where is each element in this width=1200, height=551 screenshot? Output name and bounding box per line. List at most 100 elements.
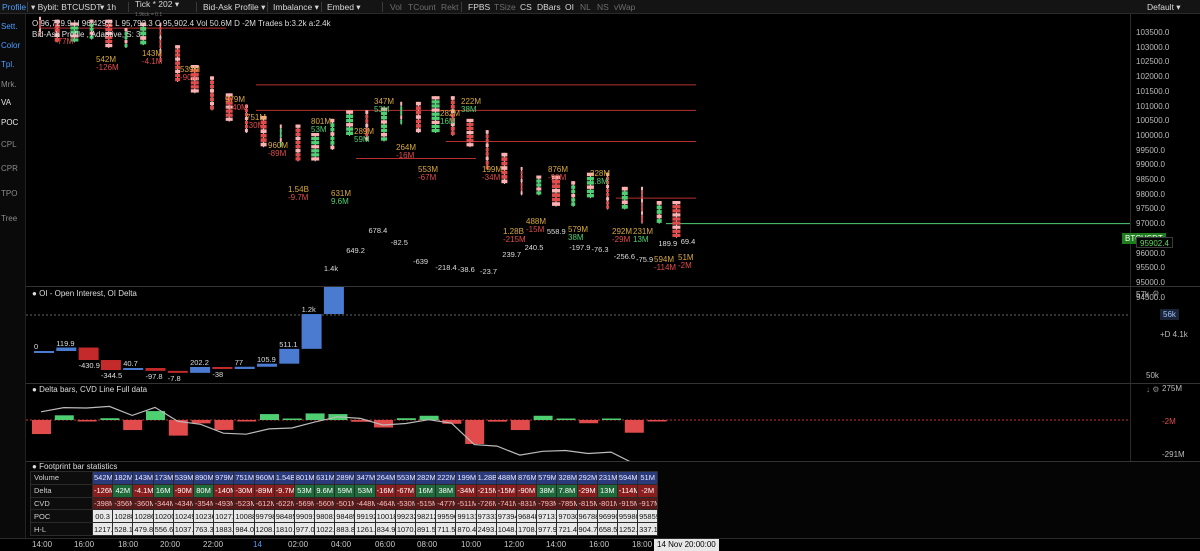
oi-value-label: 1.2k [301,305,316,315]
stats-cell: 292M [576,471,598,485]
footprint-cell [501,157,508,161]
footprint-cell [210,106,214,110]
delta-bar [624,420,644,433]
stats-cell: -67M [394,483,417,498]
footprint-cell [431,104,440,108]
footprint-cell [656,219,662,223]
stats-cell: -90M [515,483,538,498]
stats-cell: -815M [576,496,598,511]
delta-y-label: -2M [1162,417,1176,426]
candle [210,76,214,111]
footprint-cell [295,136,301,141]
delta-chart[interactable] [26,384,1130,462]
footprint-cell [311,141,320,145]
oi-chart[interactable] [26,287,1130,383]
stats-cell: 264M [374,471,396,485]
imbalance-selector[interactable]: Imbalance ▾ [273,0,319,14]
bar-delta: -34M [482,173,501,182]
embed-selector[interactable]: Embed ▾ [327,0,361,14]
exchange-selector[interactable]: ▾ Bybit: BTCUSDT [31,0,101,14]
toggle-tsize[interactable]: TSize [494,0,516,14]
stats-cell: -90M [172,483,194,498]
footprint-cell [672,233,681,238]
settings-icon[interactable]: ⚙ [1152,385,1159,394]
oi-value-label: -38 [212,369,224,379]
chevron-down-icon: ▾ [31,2,38,12]
stats-cell: 97131.9 [536,509,558,524]
sidebar-item-cpr[interactable]: CPR [1,164,18,173]
bidask-profile-selector[interactable]: Bid-Ask Profile ▾ [203,0,265,14]
vol-text: Vol 50.6M [196,19,232,28]
sidebar-item-tree[interactable]: Tree [1,214,17,223]
footprint-cell [466,135,474,139]
stats-cell: 479.8 [132,522,154,536]
toggle-vol[interactable]: Vol [390,0,402,14]
footprint-cell [260,138,267,142]
stats-cell: 96990.9 [596,509,618,524]
stats-cell: 16M [152,483,174,498]
stats-cell: 98485.9 [273,509,295,524]
oi-value-label: 1.4k [323,264,339,274]
bar-delta: -140M [225,103,248,112]
time-axis-label: 08:00 [417,540,438,549]
toggle-rekt[interactable]: Rekt [441,0,458,14]
stats-cell: 97394.9 [495,509,517,524]
footprint-cell [225,117,233,121]
sidebar-item-cpl[interactable]: CPL [1,140,17,149]
delta-bar [533,415,553,420]
time-axis[interactable]: 14:00 16:00 18:00 20:00 22:00 14 02:00 04:00 06:… [0,538,1200,551]
settings-icon[interactable]: ⚙ [1152,289,1159,298]
oi-value-label: 0 [34,342,39,351]
footprint-cell [365,114,369,119]
stats-cell: 99232.9 [394,509,417,524]
footprint-cell [210,89,214,93]
sidebar-item-color[interactable]: Color [1,41,20,50]
profile-menu[interactable]: Profile [2,0,26,14]
stats-cell: 1252.6 [616,522,639,536]
stats-cell: 876M [515,471,538,485]
tick-selector[interactable]: Tick * 202 ▾ 1.9tick = 0.1 [135,0,179,18]
bar-delta: -30M [246,121,265,130]
oi-bar [145,368,166,371]
toggle-ns[interactable]: NS [597,0,609,14]
stats-cell: -793M [536,496,558,511]
toggle-dbars[interactable]: DBars [537,0,561,14]
stats-cell: -726M [475,496,497,511]
footprint-cell [159,40,162,44]
chevron-down-icon: ▾ [100,2,107,12]
layout-default[interactable]: Default ▾ [1147,0,1181,14]
oi-y-label: 50k [1146,371,1159,380]
footprint-cell [450,131,455,136]
sidebar-item-tpo[interactable]: TPO [1,189,17,198]
footprint-cell [621,200,628,205]
toggle-tcount[interactable]: TCount [408,0,436,14]
stats-cell: 579M [536,471,558,485]
oi-bar [56,347,77,351]
time-axis-label: 20:00 [160,540,181,549]
footprint-cell [641,199,643,203]
toggle-nl[interactable]: NL [580,0,591,14]
sidebar-item-template[interactable]: Tpl. [1,60,14,69]
stats-cell: 99192.0 [354,509,376,524]
stats-cell: 59M [334,483,356,498]
stats-cell: -344M [152,496,174,511]
toggle-vwap[interactable]: vWap [614,0,635,14]
footprint-cell [190,85,199,89]
sidebar-item-markers[interactable]: Mrk. [1,80,17,89]
toggle-cs[interactable]: CS [520,0,532,14]
footprint-cell [415,128,421,133]
oi-value-label: 119.9 [56,338,75,348]
arrow-down-icon[interactable]: ↓ [1146,385,1150,394]
toggle-oi[interactable]: OI [565,0,574,14]
footprint-cell [400,101,403,106]
bullet-icon: ● [32,462,40,471]
stats-cell: 102363.9 [192,509,215,524]
stats-cell: 9.6M [314,483,336,498]
bar-annotation: 282M 16M [440,110,460,126]
pane-controls[interactable]: ↓ ⚙ [1146,385,1159,394]
sidebar-item-va[interactable]: VA [1,98,11,107]
sidebar-item-poc[interactable]: POC [1,118,18,127]
sidebar-item-settings[interactable]: Sett. [1,22,17,31]
toggle-fpbs[interactable]: FPBS [468,0,490,14]
interval-selector[interactable]: ▾ 1h [100,0,116,14]
